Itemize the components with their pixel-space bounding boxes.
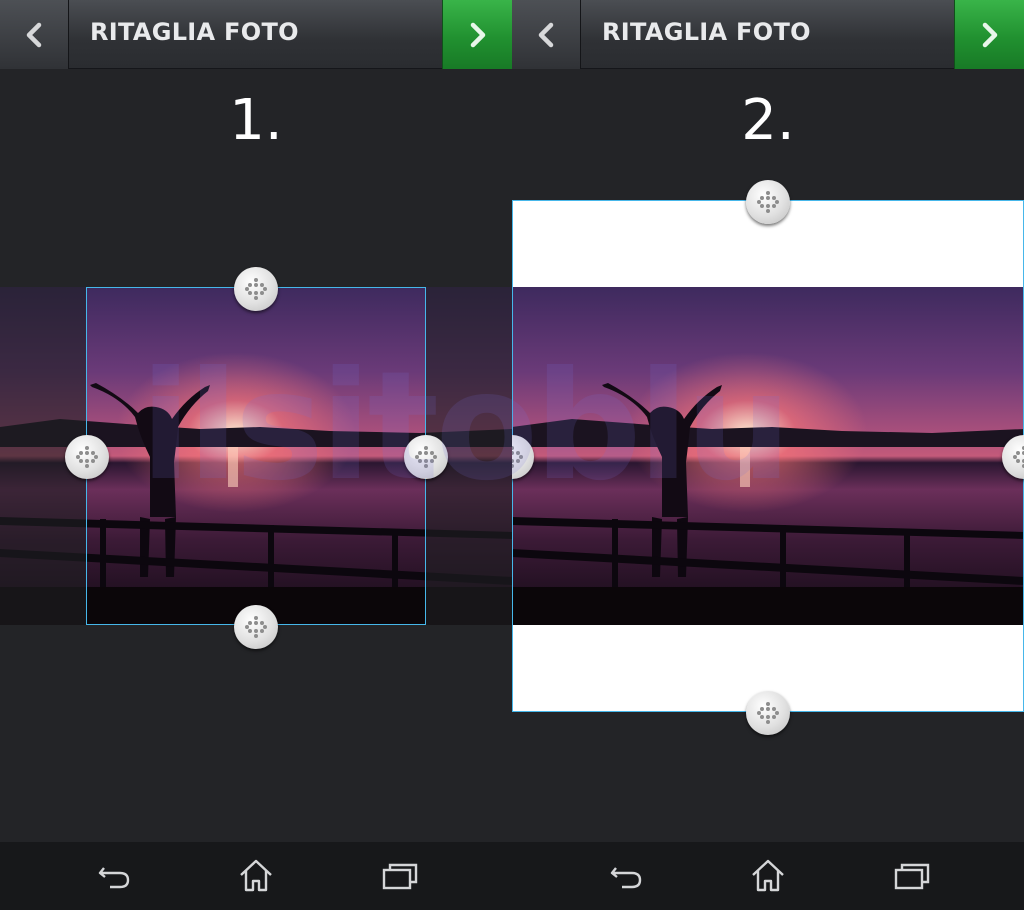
crop-panel-2: RITAGLIA FOTO 2. [512,0,1024,910]
back-arrow-icon [610,867,642,889]
system-nav-bar [512,842,1024,910]
drag-dots-icon [415,446,437,468]
drag-dots-icon [245,616,267,638]
back-button[interactable] [0,0,69,69]
crop-panel-1: RITAGLIA FOTO 1. [0,0,512,910]
back-button[interactable] [512,0,581,69]
system-recents-button[interactable] [892,856,932,896]
system-recents-button[interactable] [380,856,420,896]
system-home-button[interactable] [236,856,276,896]
chevron-left-icon [26,22,42,48]
crop-frame[interactable] [512,200,1024,712]
crop-handle-left[interactable] [65,435,109,479]
crop-handle-right[interactable] [404,435,448,479]
chevron-right-icon [470,22,486,48]
drag-dots-icon [512,446,523,468]
crop-handle-top[interactable] [234,267,278,311]
system-back-button[interactable] [96,856,136,896]
drag-dots-icon [245,278,267,300]
drag-dots-icon [757,191,779,213]
next-button[interactable] [954,0,1024,69]
home-icon [752,859,784,892]
drag-dots-icon [757,702,779,724]
page-title: RITAGLIA FOTO [602,18,811,46]
recent-apps-icon [382,863,418,890]
crop-handle-bottom[interactable] [234,605,278,649]
crop-handle-top[interactable] [746,180,790,224]
next-button[interactable] [442,0,512,69]
home-icon [240,859,272,892]
drag-dots-icon [76,446,98,468]
crop-handle-bottom[interactable] [746,691,790,735]
step-number: 1. [229,88,283,153]
back-arrow-icon [98,867,130,889]
drag-dots-icon [1013,446,1024,468]
title-bar: RITAGLIA FOTO [512,0,1024,69]
system-nav-bar [0,842,512,910]
crop-frame[interactable] [86,287,426,625]
title-bar: RITAGLIA FOTO [0,0,512,69]
chevron-left-icon [538,22,554,48]
chevron-right-icon [982,22,998,48]
recent-apps-icon [894,863,930,890]
system-home-button[interactable] [748,856,788,896]
system-back-button[interactable] [608,856,648,896]
step-number: 2. [741,88,795,153]
page-title: RITAGLIA FOTO [90,18,299,46]
